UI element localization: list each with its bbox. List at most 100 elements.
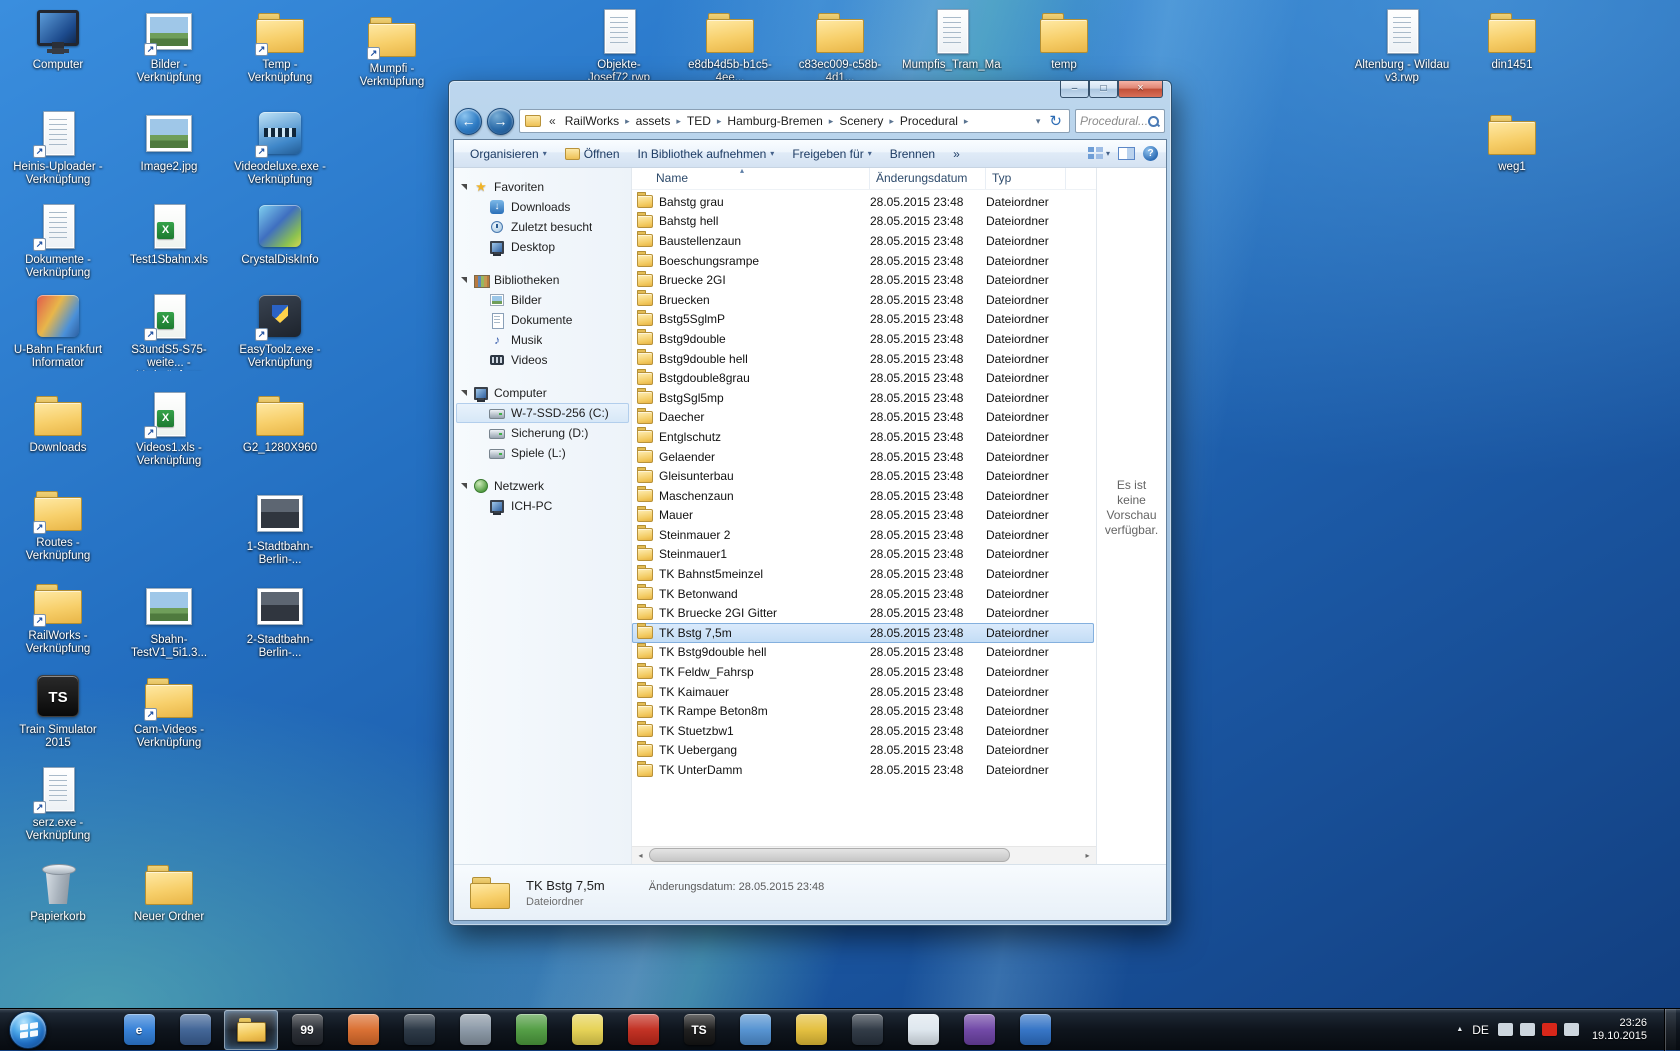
sidebar-section-favoriten[interactable]: Favoriten [454,176,631,197]
sidebar-item-sicherung-d[interactable]: Sicherung (D:) [454,423,631,443]
file-row-steinmauer-2[interactable]: Steinmauer 228.05.2015 23:48Dateiordner [632,525,1096,545]
file-row-tk-bruecke-2gi-gitter[interactable]: TK Bruecke 2GI Gitter28.05.2015 23:48Dat… [632,603,1096,623]
language-indicator[interactable]: DE [1472,1023,1489,1037]
file-row-tk-feldw-fahrsp[interactable]: TK Feldw_Fahrsp28.05.2015 23:48Dateiordn… [632,662,1096,682]
taskbar-remote-desktop-icon[interactable] [392,1010,446,1050]
breadcrumb-item-ted[interactable]: TED [682,114,716,128]
scroll-left-arrow[interactable]: ◂ [632,847,649,864]
file-row-mauer[interactable]: Mauer28.05.2015 23:48Dateiordner [632,506,1096,526]
desktop-icon-mumpfi-verkn-pfung[interactable]: ↗Mumpfi - Verknüpfung [342,12,442,89]
taskbar-internet-explorer-icon[interactable]: e [112,1010,166,1050]
clock[interactable]: 23:26 19.10.2015 [1592,1017,1647,1043]
file-row-tk-uebergang[interactable]: TK Uebergang28.05.2015 23:48Dateiordner [632,741,1096,761]
horizontal-scrollbar[interactable]: ◂ ▸ [632,846,1096,864]
toolbar-ffnen[interactable]: Öffnen [557,143,628,165]
desktop-icon-temp[interactable]: temp [1014,8,1114,72]
file-row-bstg9double[interactable]: Bstg9double28.05.2015 23:48Dateiordner [632,329,1096,349]
taskbar-monitor-app-icon[interactable] [840,1010,894,1050]
taskbar-audio-purple-icon[interactable] [952,1010,1006,1050]
desktop-icon-railworks-verkn-pfung[interactable]: ↗RailWorks - Verknüpfung [8,579,108,656]
breadcrumb-item-procedural[interactable]: Procedural [895,114,963,128]
desktop-icon-sbahn-testv1-5i1-3[interactable]: Sbahn-TestV1_5i1.3... [119,583,219,660]
forward-button[interactable]: → [487,108,514,135]
tray-antivirus-icon[interactable] [1542,1023,1557,1036]
desktop-icon-s3unds5-s75-weite-verkn-pfung[interactable]: ↗S3undS5-S75-weite... - Verknüpfung [119,293,219,371]
tray-keyboard-indicator-icon[interactable] [1498,1023,1513,1036]
column-header-name[interactable]: Name ▴ [632,168,870,189]
expander-icon[interactable] [461,390,467,396]
close-button[interactable]: × [1118,81,1163,98]
taskbar-paint-icon[interactable] [728,1010,782,1050]
toolbar-overflow-chevron[interactable]: » [945,143,968,165]
desktop-icon-routes-verkn-pfung[interactable]: ↗Routes - Verknüpfung [8,486,108,563]
scrollbar-thumb[interactable] [649,848,1010,862]
show-desktop-button[interactable] [1664,1009,1676,1051]
file-row-bruecke-2gi[interactable]: Bruecke 2GI28.05.2015 23:48Dateiordner [632,270,1096,290]
desktop-icon-c83ec009-c58b-4d1[interactable]: c83ec009-c58b-4d1... [790,8,890,85]
change-view-button[interactable]: ▾ [1088,147,1110,160]
file-row-bstg5sglmp[interactable]: Bstg5SglmP28.05.2015 23:48Dateiordner [632,310,1096,330]
desktop-icon-objekte-josef72-rwp[interactable]: Objekte-Josef72.rwp [569,8,669,85]
desktop-icon-mumpfis-tram-ma[interactable]: Mumpfis_Tram_Ma... [902,8,1002,72]
desktop-icon-computer[interactable]: Computer [8,8,108,72]
back-button[interactable]: ← [455,108,482,135]
sidebar-section-bibliotheken[interactable]: Bibliotheken [454,269,631,290]
desktop-icon-heinis-uploader-verkn-pfung[interactable]: ↗Heinis-Uploader - Verknüpfung [8,110,108,187]
search-box[interactable]: Procedural... [1075,109,1165,133]
sidebar-item-desktop[interactable]: Desktop [454,237,631,257]
tray-volume-icon[interactable] [1564,1023,1579,1036]
column-header-type[interactable]: Typ [986,168,1066,189]
desktop-icon-u-bahn-frankfurt-informator[interactable]: U-Bahn Frankfurt Informator [8,293,108,370]
file-row-entglschutz[interactable]: Entglschutz28.05.2015 23:48Dateiordner [632,427,1096,447]
desktop-icon-e8db4d5b-b1c5-4ee[interactable]: e8db4d5b-b1c5-4ee... [680,8,780,85]
title-bar[interactable]: – □ × [453,81,1167,107]
taskbar-utility-icon[interactable] [448,1010,502,1050]
taskbar-train-simulator-icon[interactable]: TS [672,1010,726,1050]
taskbar-media-player-icon[interactable] [168,1010,222,1050]
taskbar-crossing-sign-icon[interactable] [784,1010,838,1050]
maximize-button[interactable]: □ [1089,81,1118,98]
file-row-tk-betonwand[interactable]: TK Betonwand28.05.2015 23:48Dateiordner [632,584,1096,604]
expander-icon[interactable] [461,277,467,283]
sidebar-item-spiele-l[interactable]: Spiele (L:) [454,443,631,463]
file-row-bstgsgl5mp[interactable]: BstgSgl5mp28.05.2015 23:48Dateiordner [632,388,1096,408]
search-icon[interactable] [1147,115,1160,128]
breadcrumb-overflow[interactable]: « [545,114,560,128]
desktop-icon-altenburg-wildau-v3-rwp[interactable]: Altenburg - Wildau v3.rwp [1352,8,1452,85]
sidebar-item-w-7-ssd-256-c[interactable]: W-7-SSD-256 (C:) [456,403,629,423]
breadcrumb-item-railworks[interactable]: RailWorks [560,114,624,128]
desktop-icon-bilder-verkn-pfung[interactable]: ↗Bilder - Verknüpfung [119,8,219,85]
desktop-icon-neuer-ordner[interactable]: Neuer Ordner [119,860,219,924]
desktop-icon-dokumente-verkn-pfung[interactable]: ↗Dokumente - Verknüpfung [8,203,108,280]
desktop-icon-downloads[interactable]: Downloads [8,391,108,455]
file-row-boeschungsrampe[interactable]: Boeschungsrampe28.05.2015 23:48Dateiordn… [632,251,1096,271]
address-bar[interactable]: «RailWorks▸assets▸TED▸Hamburg-Bremen▸Sce… [519,109,1070,133]
file-row-gelaender[interactable]: Gelaender28.05.2015 23:48Dateiordner [632,447,1096,467]
taskbar-red-tool-icon[interactable] [616,1010,670,1050]
preview-pane-button[interactable] [1118,147,1135,160]
desktop-icon-1-stadtbahn-berlin[interactable]: 1-Stadtbahn-Berlin-... [230,490,330,567]
breadcrumb-item-assets[interactable]: assets [631,114,676,128]
file-row-bstgdouble8grau[interactable]: Bstgdouble8grau28.05.2015 23:48Dateiordn… [632,368,1096,388]
file-row-baustellenzaun[interactable]: Baustellenzaun28.05.2015 23:48Dateiordne… [632,231,1096,251]
taskbar-editor-green-icon[interactable] [504,1010,558,1050]
toolbar-in-bibliothek-aufnehmen[interactable]: In Bibliothek aufnehmen▾ [630,143,783,165]
desktop-icon-image2-jpg[interactable]: Image2.jpg [119,110,219,174]
start-button[interactable] [9,1011,47,1049]
file-row-bstg9double-hell[interactable]: Bstg9double hell28.05.2015 23:48Dateiord… [632,349,1096,369]
sidebar-section-computer[interactable]: Computer [454,382,631,403]
breadcrumb-item-hamburg-bremen[interactable]: Hamburg-Bremen [722,114,827,128]
file-row-daecher[interactable]: Daecher28.05.2015 23:48Dateiordner [632,408,1096,428]
breadcrumb-separator-icon[interactable]: ▸ [963,116,970,127]
desktop-icon-train-simulator-2015[interactable]: TSTrain Simulator 2015 [8,673,108,750]
sidebar-item-downloads[interactable]: Downloads [454,197,631,217]
file-row-tk-stuetzbw1[interactable]: TK Stuetzbw128.05.2015 23:48Dateiordner [632,721,1096,741]
toolbar-freigeben-f-r[interactable]: Freigeben für▾ [784,143,879,165]
column-header-date[interactable]: Änderungsdatum [870,168,986,189]
desktop-icon-test1sbahn-xls[interactable]: Test1Sbahn.xls [119,203,219,267]
refresh-button[interactable]: ↻ [1045,112,1066,130]
toolbar-brennen[interactable]: Brennen [882,143,943,165]
scroll-right-arrow[interactable]: ▸ [1079,847,1096,864]
sidebar-item-musik[interactable]: Musik [454,330,631,350]
desktop-icon-crystaldiskinfo[interactable]: CrystalDiskInfo [230,203,330,267]
